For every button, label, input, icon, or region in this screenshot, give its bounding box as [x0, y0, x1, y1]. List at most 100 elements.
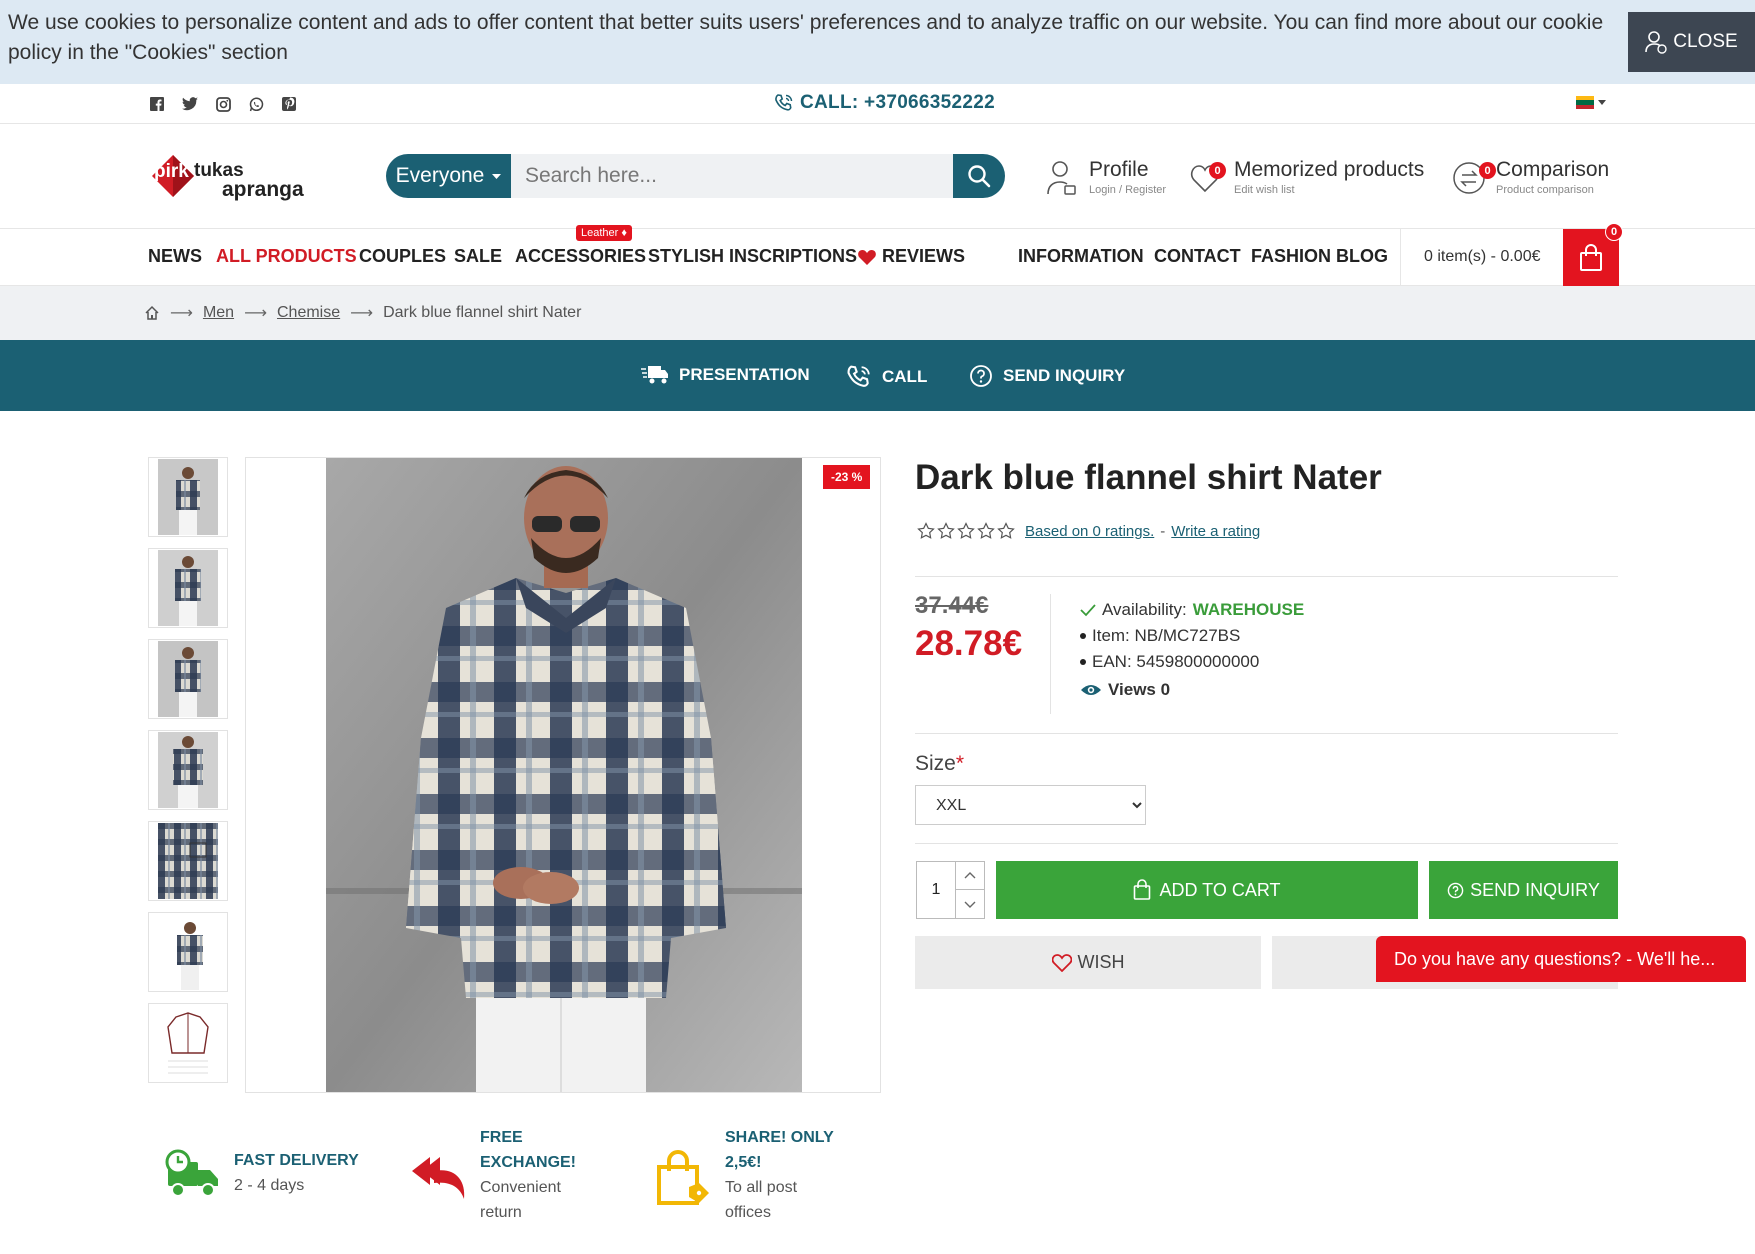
breadcrumb-chemise[interactable]: Chemise: [277, 304, 340, 322]
feature-subtitle: Convenient return: [480, 1179, 561, 1221]
ratings-separator: -: [1160, 522, 1166, 540]
divider: [1050, 594, 1051, 714]
arrow-right-icon: ⟶: [350, 305, 374, 322]
breadcrumb-men[interactable]: Men: [203, 304, 234, 322]
product-thumbnail[interactable]: [148, 639, 228, 719]
nav-couples[interactable]: COUPLES: [359, 246, 446, 267]
facebook-icon[interactable]: [148, 95, 166, 113]
wish-button[interactable]: WISH: [915, 936, 1261, 989]
heart-icon: [858, 249, 876, 265]
availability-value: WAREHOUSE: [1192, 600, 1305, 619]
phone-icon: [775, 94, 793, 111]
size-label-text: Size: [915, 752, 956, 775]
send-inquiry-button-label: SEND INQUIRY: [1470, 879, 1600, 900]
breadcrumb: ⟶ Men ⟶ Chemise ⟶ Dark blue flannel shir…: [0, 286, 1755, 340]
whatsapp-icon[interactable]: [247, 95, 265, 113]
cart-count-badge: 0: [1605, 223, 1623, 241]
chat-widget[interactable]: Do you have any questions? - We'll he...: [1376, 936, 1746, 982]
call-link[interactable]: CALL: [846, 364, 927, 390]
search-category-dropdown[interactable]: Everyone: [386, 154, 511, 198]
compare-count-badge: 0: [1479, 162, 1496, 179]
action-band: PRESENTATION CALL SEND INQUIRY: [0, 340, 1755, 411]
language-selector[interactable]: [1576, 96, 1606, 109]
product-thumbnail[interactable]: [148, 912, 228, 992]
shopping-bag-icon: [1580, 243, 1602, 271]
send-inquiry-link[interactable]: SEND INQUIRY: [969, 364, 1125, 388]
wish-label: WISH: [1077, 952, 1125, 972]
required-marker: *: [955, 752, 965, 775]
bullet-icon: [1080, 633, 1086, 639]
pinterest-icon[interactable]: [280, 95, 298, 113]
nav-news[interactable]: NEWS: [148, 246, 202, 267]
quantity-increase-button[interactable]: [955, 862, 984, 890]
product-thumbnail[interactable]: [148, 821, 228, 901]
delivery-truck-icon: [165, 1149, 218, 1197]
nav-reviews[interactable]: REVIEWS: [858, 246, 965, 267]
comparison-subtitle: Product comparison: [1496, 184, 1594, 196]
nav-all-products[interactable]: ALL PRODUCTS: [216, 246, 357, 267]
product-thumbnail[interactable]: [148, 457, 228, 537]
twitter-icon[interactable]: [181, 95, 199, 113]
size-label: Size*: [915, 752, 964, 776]
cookie-close-label: CLOSE: [1673, 31, 1738, 52]
discount-badge: -23 %: [823, 465, 871, 489]
nav-reviews-label: REVIEWS: [882, 246, 966, 266]
nav-information[interactable]: INFORMATION: [1018, 246, 1144, 267]
profile-link[interactable]: Profile Login / Register: [1045, 158, 1166, 198]
send-inquiry-label: SEND INQUIRY: [1003, 366, 1126, 385]
memorized-products-link[interactable]: 0 Memorized products Edit wish list: [1190, 158, 1424, 198]
feature-fast-delivery: FAST DELIVERY 2 - 4 days: [162, 1148, 359, 1200]
nav-sale[interactable]: SALE: [454, 246, 502, 267]
home-icon[interactable]: [144, 305, 160, 321]
truck-icon: [641, 366, 668, 384]
comparison-link[interactable]: 0 Comparison Product comparison: [1452, 158, 1609, 198]
search-bar: Everyone: [386, 154, 1005, 198]
search-icon: [968, 165, 991, 188]
product-thumbnail[interactable]: [148, 1003, 228, 1083]
product-title: Dark blue flannel shirt Nater: [915, 458, 1382, 497]
feature-title: SHARE! ONLY 2,5€!: [725, 1129, 834, 1171]
feature-subtitle: To all post offices: [725, 1179, 798, 1221]
add-to-cart-label: ADD TO CART: [1159, 879, 1281, 900]
top-bar: CALL: +37066352222: [0, 84, 1755, 124]
feature-share: SHARE! ONLY 2,5€! To all post offices: [655, 1125, 835, 1225]
quantity-input[interactable]: 1: [917, 862, 955, 918]
quantity-decrease-button[interactable]: [955, 890, 984, 918]
search-category-label: Everyone: [395, 164, 485, 187]
search-button[interactable]: [953, 154, 1005, 198]
phone-link[interactable]: CALL: +37066352222: [774, 92, 995, 114]
breadcrumb-current: Dark blue flannel shirt Nater: [383, 304, 582, 321]
search-input[interactable]: [511, 154, 953, 198]
product-thumbnail[interactable]: [148, 730, 228, 810]
comparison-title: Comparison: [1496, 158, 1610, 181]
phone-icon: [847, 365, 870, 387]
nav-contact[interactable]: CONTACT: [1154, 246, 1241, 267]
cart-summary[interactable]: 0 item(s) - 0.00€ 0: [1400, 223, 1623, 286]
add-to-cart-button[interactable]: ADD TO CART: [996, 861, 1418, 919]
chevron-down-icon: [964, 901, 976, 908]
cookie-close-button[interactable]: CLOSE: [1628, 12, 1755, 72]
arrow-right-icon: ⟶: [244, 305, 267, 322]
availability-row: Availability: WAREHOUSE: [1080, 597, 1304, 623]
instagram-icon[interactable]: [214, 95, 232, 113]
heart-icon: 0: [1190, 158, 1226, 198]
site-logo[interactable]: pirk tukas apranga: [146, 151, 321, 206]
product-main-image[interactable]: [245, 457, 881, 1093]
product-specs: Availability: WAREHOUSE Item: NB/MC727BS…: [1080, 597, 1304, 703]
memorized-subtitle: Edit wish list: [1234, 184, 1295, 196]
presentation-label: PRESENTATION: [679, 365, 810, 384]
product-photo: [326, 458, 802, 1092]
send-inquiry-button[interactable]: SEND INQUIRY: [1429, 861, 1618, 919]
nav-fashion-blog[interactable]: FASHION BLOG: [1251, 246, 1388, 267]
site-header: pirk tukas apranga Everyone Profile Logi…: [0, 124, 1755, 229]
presentation-link[interactable]: PRESENTATION: [641, 364, 810, 386]
write-rating-link[interactable]: Write a rating: [1171, 523, 1260, 540]
nav-stylish-inscriptions[interactable]: STYLISH INSCRIPTIONS: [648, 246, 857, 267]
size-select[interactable]: XXL: [915, 785, 1146, 825]
ratings-link[interactable]: Based on 0 ratings.: [1025, 523, 1154, 540]
main-nav: NEWS ALL PRODUCTS COUPLES SALE Leather ♦…: [0, 223, 1755, 286]
feature-subtitle: 2 - 4 days: [234, 1177, 305, 1194]
product-thumbnail[interactable]: [148, 548, 228, 628]
nav-accessories[interactable]: ACCESSORIES: [515, 246, 646, 267]
cookie-text: We use cookies to personalize content an…: [8, 11, 1604, 64]
